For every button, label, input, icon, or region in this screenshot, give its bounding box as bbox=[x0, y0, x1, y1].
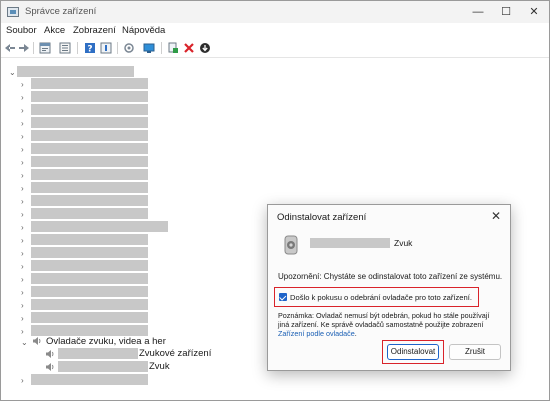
update-driver-icon[interactable] bbox=[167, 42, 179, 54]
download-icon[interactable] bbox=[199, 42, 211, 54]
expand-chevron-icon[interactable]: › bbox=[21, 314, 24, 323]
expand-chevron-icon[interactable]: › bbox=[21, 158, 24, 167]
expand-chevron-icon[interactable]: › bbox=[21, 236, 24, 245]
tree-category-redacted[interactable] bbox=[31, 325, 148, 336]
help-icon[interactable]: ? bbox=[84, 42, 96, 54]
menu-help[interactable]: Nápověda bbox=[122, 25, 165, 36]
tree-category-redacted[interactable] bbox=[31, 234, 148, 245]
dialog-device-name-redacted bbox=[310, 238, 390, 248]
expand-chevron-icon[interactable]: › bbox=[21, 171, 24, 180]
expand-chevron-icon[interactable]: › bbox=[21, 184, 24, 193]
dialog-warning-text: Upozornění: Chystáte se odinstalovat tot… bbox=[278, 272, 503, 281]
tree-category-redacted[interactable] bbox=[31, 374, 148, 385]
svg-text:?: ? bbox=[87, 45, 92, 55]
tree-category-redacted[interactable] bbox=[31, 208, 148, 219]
dialog-title: Odinstalovat zařízení bbox=[277, 212, 367, 223]
tree-category-sound-video-game[interactable]: Ovladače zvuku, videa a her bbox=[46, 336, 166, 347]
menu-file[interactable]: Soubor bbox=[6, 25, 37, 36]
tree-category-redacted[interactable] bbox=[31, 156, 148, 167]
title-bar: Správce zařízení — ☐ ✕ bbox=[1, 1, 549, 23]
driver-info-icon[interactable] bbox=[100, 42, 112, 54]
speaker-icon bbox=[46, 350, 54, 358]
toolbar-separator bbox=[161, 42, 162, 54]
remove-driver-checkbox[interactable] bbox=[279, 293, 287, 301]
tree-category-redacted[interactable] bbox=[31, 299, 148, 310]
computer-name-redacted bbox=[17, 66, 134, 77]
expand-chevron-icon[interactable]: › bbox=[21, 106, 24, 115]
tree-category-redacted[interactable] bbox=[31, 104, 148, 115]
toolbar: ? bbox=[1, 39, 549, 58]
tree-category-redacted[interactable] bbox=[31, 117, 148, 128]
toolbar-separator bbox=[77, 42, 78, 54]
tree-category-redacted[interactable] bbox=[31, 78, 148, 89]
dialog-note-end: . bbox=[354, 329, 357, 338]
menu-action[interactable]: Akce bbox=[44, 25, 65, 36]
expand-chevron-icon[interactable]: › bbox=[21, 376, 24, 385]
expand-chevron-icon[interactable]: › bbox=[21, 93, 24, 102]
expand-chevron-icon[interactable]: › bbox=[21, 80, 24, 89]
tree-category-redacted[interactable] bbox=[31, 143, 148, 154]
expand-chevron-icon[interactable]: › bbox=[21, 262, 24, 271]
speaker-device-icon bbox=[284, 235, 298, 255]
toolbar-separator bbox=[33, 42, 34, 54]
tree-category-redacted[interactable] bbox=[31, 169, 148, 180]
speaker-icon bbox=[46, 363, 54, 371]
dialog-note: Poznámka: Ovladač nemusí být odebrán, po… bbox=[278, 311, 496, 338]
expand-chevron-icon[interactable]: › bbox=[21, 197, 24, 206]
uninstall-device-dialog: Odinstalovat zařízení ✕ Zvuk Upozornění:… bbox=[267, 204, 511, 371]
speaker-icon bbox=[33, 337, 41, 345]
uninstall-icon[interactable] bbox=[183, 42, 195, 54]
maximize-button[interactable]: ☐ bbox=[493, 3, 519, 21]
tree-device-sound-suffix[interactable]: Zvuk bbox=[149, 361, 170, 372]
tree-category-redacted[interactable] bbox=[31, 247, 148, 258]
tree-category-redacted[interactable] bbox=[31, 130, 148, 141]
expand-chevron-icon[interactable]: › bbox=[21, 145, 24, 154]
device-name-redacted[interactable] bbox=[58, 348, 138, 359]
expand-chevron-icon[interactable]: › bbox=[21, 249, 24, 258]
device-manager-app-icon bbox=[7, 7, 19, 17]
minimize-button[interactable]: — bbox=[465, 3, 491, 21]
expand-chevron-icon[interactable]: › bbox=[21, 223, 24, 232]
tree-category-redacted[interactable] bbox=[31, 221, 168, 232]
tree-category-redacted[interactable] bbox=[31, 195, 148, 206]
tree-category-redacted[interactable] bbox=[31, 312, 148, 323]
monitor-icon[interactable] bbox=[143, 42, 155, 54]
cancel-button[interactable]: Zrušit bbox=[449, 344, 501, 360]
show-hidden-icon[interactable] bbox=[59, 42, 71, 54]
window-title: Správce zařízení bbox=[25, 6, 97, 17]
tree-category-redacted[interactable] bbox=[31, 91, 148, 102]
tree-category-redacted[interactable] bbox=[31, 182, 148, 193]
forward-arrow-icon[interactable] bbox=[18, 42, 30, 54]
expand-chevron-icon[interactable]: › bbox=[21, 275, 24, 284]
tree-category-redacted[interactable] bbox=[31, 286, 148, 297]
expand-chevron-icon[interactable]: › bbox=[21, 132, 24, 141]
device-manager-window: Správce zařízení — ☐ ✕ Soubor Akce Zobra… bbox=[0, 0, 550, 401]
collapse-chevron-icon[interactable]: ⌄ bbox=[21, 338, 28, 347]
devices-by-driver-link[interactable]: Zařízení podle ovladače bbox=[278, 329, 355, 338]
device-name-redacted[interactable] bbox=[58, 361, 148, 372]
scan-hardware-icon[interactable] bbox=[123, 42, 135, 54]
expand-chevron-icon[interactable]: › bbox=[21, 210, 24, 219]
remove-driver-checkbox-label[interactable]: Došlo k pokusu o odebrání ovladače pro t… bbox=[290, 293, 472, 302]
menu-view[interactable]: Zobrazení bbox=[73, 25, 116, 36]
expand-chevron-icon[interactable]: › bbox=[21, 301, 24, 310]
dialog-note-text: Poznámka: Ovladač nemusí být odebrán, po… bbox=[278, 311, 490, 329]
properties-icon[interactable] bbox=[39, 42, 51, 54]
toolbar-separator bbox=[117, 42, 118, 54]
close-window-button[interactable]: ✕ bbox=[521, 3, 547, 21]
expand-chevron-icon[interactable]: › bbox=[21, 327, 24, 336]
expand-chevron-icon[interactable]: › bbox=[21, 288, 24, 297]
menu-bar: Soubor Akce Zobrazení Nápověda bbox=[1, 23, 549, 39]
uninstall-button[interactable]: Odinstalovat bbox=[387, 344, 439, 360]
tree-category-redacted[interactable] bbox=[31, 260, 148, 271]
tree-device-audio-suffix[interactable]: Zvukové zařízení bbox=[139, 348, 211, 359]
dialog-device-suffix: Zvuk bbox=[394, 238, 413, 248]
dialog-close-button[interactable]: ✕ bbox=[488, 208, 504, 224]
back-arrow-icon[interactable] bbox=[4, 42, 16, 54]
expand-chevron-icon[interactable]: › bbox=[21, 119, 24, 128]
tree-category-redacted[interactable] bbox=[31, 273, 148, 284]
collapse-chevron-icon[interactable]: ⌄ bbox=[9, 68, 16, 77]
